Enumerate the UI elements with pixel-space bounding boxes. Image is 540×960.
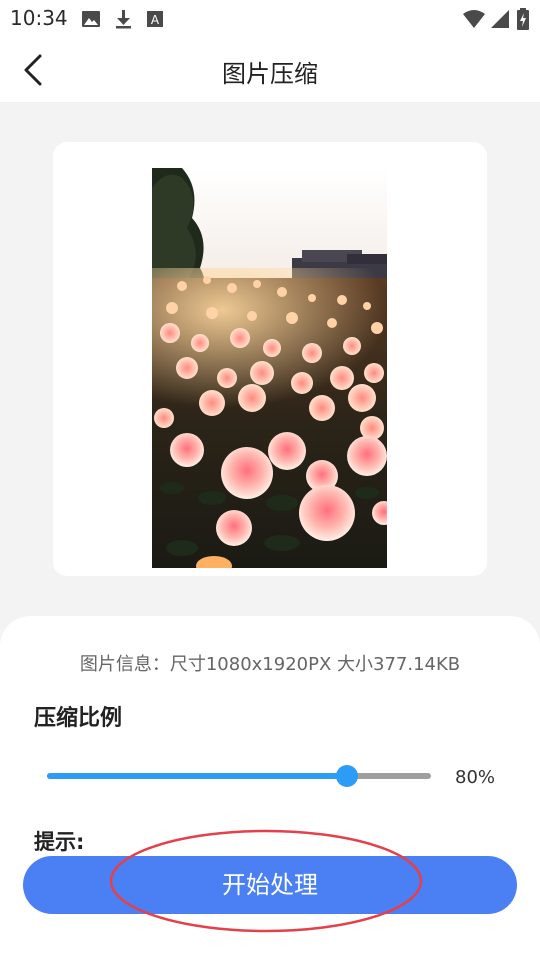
slider-fill bbox=[47, 773, 347, 779]
wifi-icon bbox=[463, 10, 485, 28]
slider-value-label: 80% bbox=[455, 767, 496, 788]
rose-garden-photo bbox=[152, 168, 387, 568]
compression-ratio-title: 压缩比例 bbox=[34, 706, 123, 731]
compression-ratio-slider[interactable] bbox=[47, 765, 431, 787]
image-preview-card bbox=[53, 142, 487, 576]
image-info-text: 图片信息：尺寸1080x1920PX 大小377.14KB bbox=[79, 654, 461, 675]
image-icon bbox=[82, 11, 100, 27]
bottom-panel: 图片信息：尺寸1080x1920PX 大小377.14KB 压缩比例 80% 提… bbox=[0, 616, 540, 960]
status-time: 10:34 bbox=[10, 6, 68, 30]
download-icon bbox=[116, 10, 131, 29]
font-a-icon: A bbox=[147, 11, 163, 27]
page-title: 图片压缩 bbox=[222, 60, 318, 88]
battery-charging-icon bbox=[517, 8, 529, 30]
hint-label: 提示: bbox=[34, 830, 85, 854]
slider-thumb[interactable] bbox=[335, 765, 358, 787]
svg-text:A: A bbox=[151, 13, 160, 27]
app-bar: 图片压缩 bbox=[0, 38, 540, 102]
signal-icon bbox=[491, 10, 509, 28]
start-processing-button[interactable]: 开始处理 bbox=[23, 856, 517, 914]
status-bar: 10:34 A bbox=[0, 0, 540, 38]
